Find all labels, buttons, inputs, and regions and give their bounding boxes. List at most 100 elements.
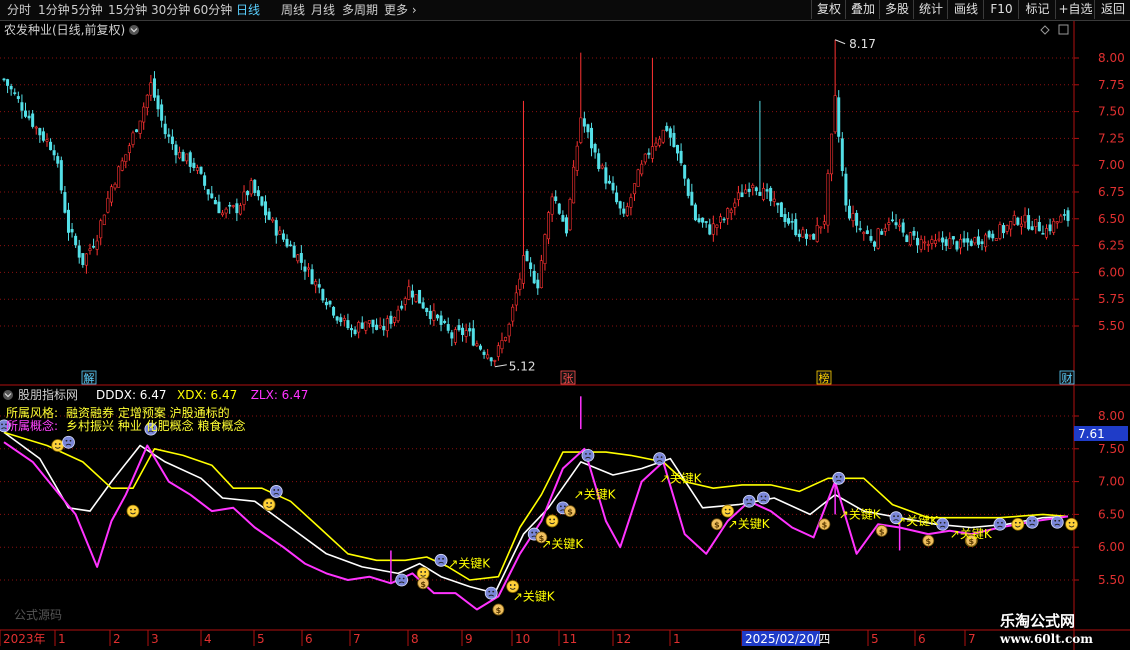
toolbar-button-1[interactable]: 叠加	[845, 0, 880, 19]
face-eye-l-8	[420, 571, 423, 573]
candle-body-291	[1045, 228, 1049, 238]
candle-body-229	[822, 221, 826, 225]
candle-body-11	[41, 131, 45, 141]
candle-body-66	[238, 205, 242, 215]
toolbar-button-2[interactable]: 多股	[879, 0, 914, 19]
money-bag-glyph-0: $	[420, 580, 426, 589]
x-label-12: 12	[616, 632, 631, 646]
candle-body-118	[425, 307, 429, 313]
candle-body-216	[776, 202, 780, 206]
toolbar-button-0[interactable]: 复权	[811, 0, 846, 19]
candle-body-241	[865, 230, 869, 234]
candle-body-144	[518, 278, 522, 290]
candle-body-76	[274, 220, 278, 236]
candle-body-269	[966, 238, 970, 243]
period-tab-6[interactable]: 日线	[236, 2, 260, 18]
candle-body-108	[389, 315, 393, 324]
key-k-label-8: ↗关键K	[950, 527, 993, 541]
candle-body-64	[231, 205, 235, 207]
toolbar-button-5[interactable]: F10	[983, 0, 1019, 19]
candle-body-84	[303, 266, 307, 272]
face-eye-r-17	[728, 508, 731, 511]
candle-body-73	[264, 201, 268, 216]
period-tab-2[interactable]: 5分钟	[71, 2, 103, 18]
candle-body-128	[461, 327, 465, 335]
candle-body-185	[665, 125, 669, 131]
candle-body-77	[278, 230, 282, 235]
candle-body-199	[715, 224, 719, 228]
candle-body-37	[135, 129, 139, 133]
candle-body-80	[289, 244, 293, 247]
candle-body-143	[514, 292, 518, 306]
candle-body-251	[901, 222, 905, 233]
candle-body-221	[794, 219, 798, 236]
candle-body-49	[178, 152, 182, 159]
candle-body-137	[493, 360, 497, 362]
face-eye-r-6	[277, 489, 280, 491]
candle-body-255	[916, 237, 920, 246]
candle-body-271	[973, 237, 977, 244]
candle-body-125	[450, 332, 454, 339]
style-label: 所属风格:	[6, 405, 58, 420]
candle-body-285	[1023, 214, 1027, 223]
candle-body-19	[70, 229, 74, 233]
candle-body-247	[887, 222, 891, 225]
period-tab-5[interactable]: 60分钟	[193, 2, 232, 18]
toolbar-button-7[interactable]: +自选	[1055, 0, 1095, 19]
candle-body-99	[357, 322, 361, 333]
candle-body-187	[672, 132, 676, 148]
upper-tick-label-8: 6.00	[1098, 265, 1125, 279]
sad-face-icon-26	[1025, 515, 1039, 529]
happy-face-icon-17	[721, 504, 735, 518]
period-tab-4[interactable]: 30分钟	[151, 2, 190, 18]
toolbar-button-6[interactable]: 标记	[1018, 0, 1056, 19]
face-eye-r-19	[764, 495, 767, 498]
face-eye-r-15	[589, 452, 591, 455]
face-eye-r-16	[660, 456, 663, 459]
candle-body-279	[1002, 225, 1006, 234]
key-k-label-2: ↗关键K	[541, 537, 584, 551]
candle-body-165	[593, 144, 597, 153]
period-tab-10[interactable]: 更多 ›	[384, 2, 417, 18]
candle-body-286	[1027, 215, 1031, 230]
face-eye-l-25	[1014, 521, 1017, 524]
candle-body-256	[919, 239, 923, 250]
candle-body-123	[443, 320, 447, 323]
face-eye-l-9	[438, 557, 440, 560]
candle-body-200	[718, 216, 722, 223]
face-eye-r-22	[943, 521, 946, 524]
period-tab-1[interactable]: 1分钟	[38, 2, 70, 18]
candle-body-28	[102, 214, 106, 226]
period-tab-0[interactable]: 分时	[7, 2, 31, 18]
period-tab-8[interactable]: 月线	[311, 2, 335, 18]
money-bag-glyph-6: $	[879, 527, 885, 536]
period-tab-3[interactable]: 15分钟	[108, 2, 147, 18]
candle-body-290	[1041, 233, 1045, 235]
toolbar-button-8[interactable]: 返回	[1094, 0, 1130, 19]
candle-body-202	[726, 208, 730, 219]
candle-body-57	[206, 189, 210, 195]
candle-body-232	[833, 95, 837, 133]
candle-body-177	[636, 169, 640, 187]
candle-body-25	[92, 246, 96, 248]
indicator-xdx: XDX: 6.47	[177, 388, 237, 402]
candle-body-30	[109, 186, 113, 203]
period-tab-9[interactable]: 多周期	[342, 2, 378, 18]
candle-body-214	[769, 187, 773, 202]
toolbar-button-4[interactable]: 画线	[947, 0, 984, 19]
face-eye-l-3	[130, 508, 132, 511]
stock-chart: 8.00 7.75 7.50 7.25 7.00 6.75 6.50 6.25 6.00 5.75…	[0, 21, 1130, 650]
candle-body-283	[1016, 217, 1020, 225]
candle-body-295	[1059, 215, 1063, 223]
candle-body-42	[152, 78, 156, 98]
candle-body-161	[579, 117, 583, 143]
candle-body-2	[9, 85, 13, 90]
candle-body-117	[421, 302, 425, 309]
upper-price-axis: 8.00 7.75 7.50 7.25 7.00 6.75 6.50 6.25 6.00 5.75…	[1074, 51, 1125, 333]
face-eye-r-25	[1018, 521, 1021, 524]
face-eye-l-15	[585, 452, 587, 455]
period-tab-7[interactable]: 周线	[281, 2, 305, 18]
candle-body-136	[489, 357, 493, 362]
toolbar-button-3[interactable]: 统计	[913, 0, 948, 19]
face-eye-l-10	[488, 590, 491, 593]
